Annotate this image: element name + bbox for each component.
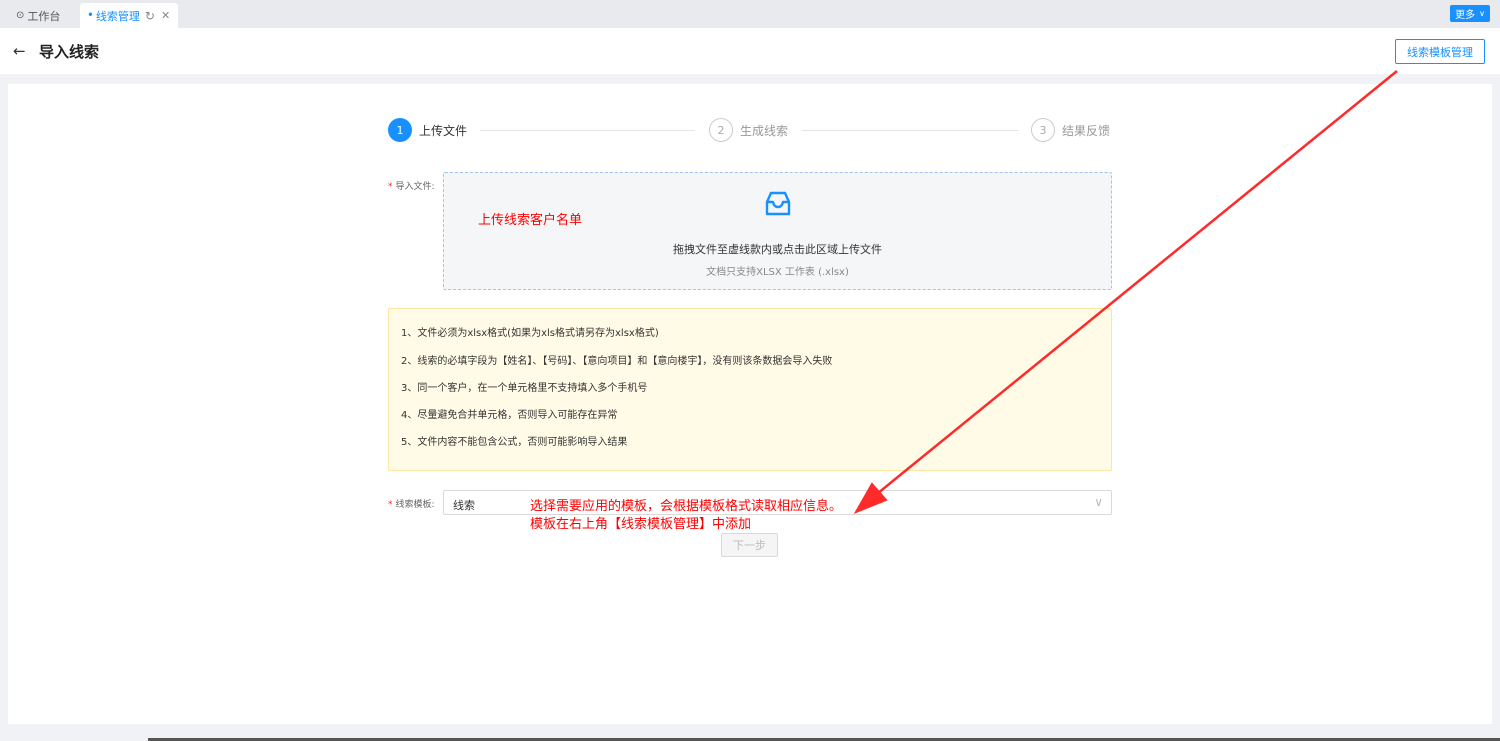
step-upload-file: 1 上传文件 bbox=[388, 118, 467, 142]
step-connector bbox=[802, 130, 1019, 131]
notice-item: 3、同一个客户，在一个单元格里不支持填入多个手机号 bbox=[401, 383, 648, 394]
file-upload-dropzone[interactable]: 拖拽文件至虚线款内或点击此区域上传文件 文档只支持XLSX 工作表 (.xlsx… bbox=[443, 172, 1112, 290]
required-star: * bbox=[388, 182, 393, 192]
template-annotation-line-1: 选择需要应用的模板，会根据模板格式读取相应信息。 bbox=[530, 499, 843, 514]
import-notice-box: 1、文件必须为xlsx格式(如果为xls格式请另存为xlsx格式) 2、线索的必… bbox=[388, 308, 1112, 471]
chevron-down-icon: ∨ bbox=[1094, 495, 1103, 509]
import-file-label: * 导入文件: bbox=[388, 182, 435, 192]
page-title: 导入线索 bbox=[39, 43, 100, 61]
more-button[interactable]: 更多 ∨ bbox=[1450, 5, 1490, 22]
step-label: 结果反馈 bbox=[1062, 123, 1111, 138]
step-label: 上传文件 bbox=[419, 123, 468, 138]
step-connector bbox=[480, 130, 695, 131]
tab-workbench[interactable]: ⊙ 工作台 bbox=[8, 3, 68, 28]
inbox-icon bbox=[765, 191, 791, 216]
page-header: ← 导入线索 线索模板管理 bbox=[0, 28, 1500, 74]
next-step-button[interactable]: 下一步 bbox=[721, 533, 778, 557]
required-star: * bbox=[388, 500, 393, 510]
tab-lead-management[interactable]: ꔷ 线索管理 ↻ ✕ bbox=[80, 3, 179, 28]
lead-template-management-button[interactable]: 线索模板管理 bbox=[1395, 39, 1485, 64]
step-result-feedback: 3 结果反馈 bbox=[1031, 118, 1110, 142]
step-label: 生成线索 bbox=[740, 123, 789, 138]
notice-item: 1、文件必须为xlsx格式(如果为xls格式请另存为xlsx格式) bbox=[401, 328, 659, 339]
tab-bar: ⊙ 工作台 ꔷ 线索管理 ↻ ✕ 更多 ∨ bbox=[0, 0, 1500, 28]
notice-item: 4、尽量避免合并单元格，否则导入可能存在异常 bbox=[401, 410, 618, 421]
lead-template-label: * 线索模板: bbox=[388, 500, 435, 510]
lead-template-value: 线索 bbox=[453, 499, 475, 512]
step-number: 2 bbox=[709, 118, 733, 142]
back-arrow-icon[interactable]: ← bbox=[13, 42, 26, 60]
template-annotation-line-2: 模板在右上角【线索模板管理】中添加 bbox=[530, 517, 752, 532]
upload-instruction: 拖拽文件至虚线款内或点击此区域上传文件 bbox=[673, 243, 882, 256]
notice-item: 2、线索的必填字段为【姓名】、【号码】、【意向项目】和【意向楼宇】，没有则该条数… bbox=[401, 356, 833, 367]
step-number: 3 bbox=[1031, 118, 1055, 142]
step-number: 1 bbox=[388, 118, 412, 142]
lead-icon: ꔷ bbox=[88, 10, 93, 21]
upload-format-hint: 文档只支持XLSX 工作表 (.xlsx) bbox=[706, 267, 849, 278]
tab-workbench-label: 工作台 bbox=[27, 9, 61, 23]
step-generate-leads: 2 生成线索 bbox=[709, 118, 788, 142]
chevron-down-icon: ∨ bbox=[1479, 9, 1485, 18]
upload-annotation: 上传线索客户名单 bbox=[478, 213, 583, 228]
notice-item: 5、文件内容不能包含公式，否则可能影响导入结果 bbox=[401, 437, 628, 448]
tab-lead-management-label: 线索管理 bbox=[95, 9, 140, 23]
more-button-label: 更多 bbox=[1455, 10, 1476, 21]
close-icon[interactable]: ✕ bbox=[161, 9, 170, 22]
refresh-icon[interactable]: ↻ bbox=[145, 9, 155, 23]
dashboard-icon: ⊙ bbox=[16, 10, 25, 21]
